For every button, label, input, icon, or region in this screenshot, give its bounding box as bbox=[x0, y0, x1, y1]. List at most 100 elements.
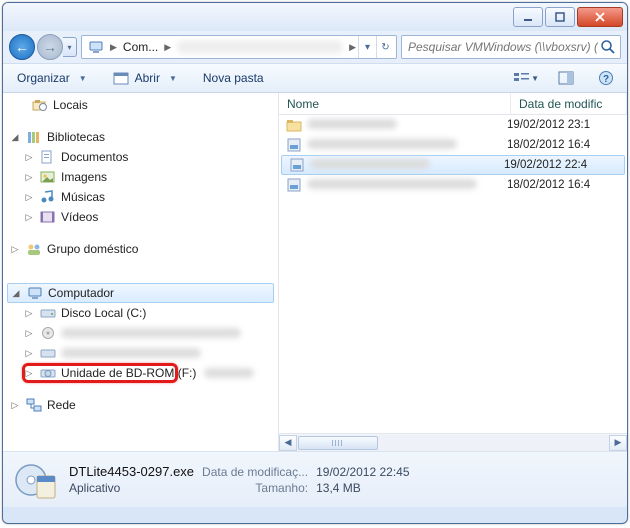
nav-label: Unidade de BD-ROM (F:) bbox=[61, 366, 196, 380]
view-options-button[interactable]: ▼ bbox=[513, 67, 539, 89]
explorer-window: ← → ▾ ▶ Com... ▶ ▶ ▾ ↻ Organizar▼ A bbox=[2, 2, 628, 524]
back-button[interactable]: ← bbox=[9, 34, 35, 60]
nav-label: Documentos bbox=[61, 150, 128, 164]
file-list[interactable]: 19/02/2012 23:1 18/02/2012 16:4 19/02/20… bbox=[279, 115, 627, 433]
expand-icon[interactable]: ▷ bbox=[23, 328, 35, 339]
drive-icon bbox=[39, 325, 57, 341]
expand-icon[interactable]: ▷ bbox=[23, 152, 35, 163]
application-icon bbox=[13, 458, 57, 502]
search-icon[interactable] bbox=[600, 39, 616, 55]
file-date: 19/02/2012 22:4 bbox=[504, 159, 624, 171]
expand-icon[interactable]: ▷ bbox=[23, 172, 35, 183]
nav-bdrom[interactable]: ▷ Unidade de BD-ROM (F:) bbox=[3, 363, 278, 383]
breadcrumb-computer[interactable]: Com... bbox=[119, 36, 162, 58]
nav-locais[interactable]: Locais bbox=[3, 95, 278, 115]
nav-row: ← → ▾ ▶ Com... ▶ ▶ ▾ ↻ bbox=[3, 31, 627, 63]
preview-pane-button[interactable] bbox=[553, 67, 579, 89]
installer-icon bbox=[286, 157, 308, 173]
expand-icon[interactable]: ▷ bbox=[23, 212, 35, 223]
expand-icon[interactable]: ▷ bbox=[23, 192, 35, 203]
file-date: 19/02/2012 23:1 bbox=[507, 119, 627, 131]
col-date[interactable]: Data de modific bbox=[511, 93, 627, 114]
navigation-pane[interactable]: Locais ◢ Bibliotecas ▷ Documentos ▷ Imag… bbox=[3, 93, 279, 451]
application-icon bbox=[113, 70, 129, 86]
nav-videos[interactable]: ▷ Vídeos bbox=[3, 207, 278, 227]
help-button[interactable]: ? bbox=[593, 67, 619, 89]
nav-label: Grupo doméstico bbox=[47, 242, 138, 256]
expand-icon[interactable]: ▷ bbox=[9, 400, 21, 411]
address-history-dropdown[interactable]: ▾ bbox=[358, 36, 376, 58]
bdrom-icon bbox=[39, 365, 57, 381]
nav-grupo-domestico[interactable]: ▷ Grupo doméstico bbox=[3, 239, 278, 259]
list-item[interactable]: 19/02/2012 23:1 bbox=[279, 115, 627, 135]
refresh-button[interactable]: ↻ bbox=[376, 36, 394, 58]
details-date-key: Data de modificaç... bbox=[202, 465, 308, 479]
music-icon bbox=[39, 189, 57, 205]
nav-label: Bibliotecas bbox=[47, 130, 105, 144]
minimize-button[interactable] bbox=[513, 7, 543, 27]
scroll-track[interactable] bbox=[297, 435, 609, 451]
content-pane: Nome Data de modific 19/02/2012 23:1 18/… bbox=[279, 93, 627, 451]
nav-rede[interactable]: ▷ Rede bbox=[3, 395, 278, 415]
nav-drive-blur-2[interactable]: ▷ bbox=[3, 343, 278, 363]
nav-documentos[interactable]: ▷ Documentos bbox=[3, 147, 278, 167]
chevron-right-icon: ▶ bbox=[108, 42, 119, 53]
videos-icon bbox=[39, 209, 57, 225]
horizontal-scrollbar[interactable]: ◀ ▶ bbox=[279, 433, 627, 451]
file-date: 18/02/2012 16:4 bbox=[507, 179, 627, 191]
open-button[interactable]: Abrir▼ bbox=[107, 68, 183, 88]
nav-label: Disco Local (C:) bbox=[61, 306, 146, 320]
toolbar: Organizar▼ Abrir▼ Nova pasta ▼ ? bbox=[3, 63, 627, 93]
computer-icon bbox=[26, 285, 44, 301]
nav-label-extra bbox=[204, 368, 254, 378]
nav-bibliotecas[interactable]: ◢ Bibliotecas bbox=[3, 127, 278, 147]
file-date: 18/02/2012 16:4 bbox=[507, 139, 627, 151]
nav-disco-c[interactable]: ▷ Disco Local (C:) bbox=[3, 303, 278, 323]
recent-icon bbox=[31, 97, 49, 113]
chevron-right-icon: ▶ bbox=[347, 42, 358, 53]
list-item[interactable]: 18/02/2012 16:4 bbox=[279, 175, 627, 195]
details-date-value: 19/02/2012 22:45 bbox=[316, 465, 409, 479]
arrow-left-icon: ← bbox=[15, 39, 29, 55]
col-name[interactable]: Nome bbox=[279, 93, 511, 114]
nav-drive-blur-1[interactable]: ▷ bbox=[3, 323, 278, 343]
breadcrumb-location[interactable] bbox=[177, 40, 343, 54]
maximize-button[interactable] bbox=[545, 7, 575, 27]
nav-history-dropdown[interactable]: ▾ bbox=[63, 37, 77, 57]
forward-button[interactable]: → bbox=[37, 34, 63, 60]
close-button[interactable] bbox=[577, 7, 623, 27]
expand-icon[interactable]: ▷ bbox=[23, 348, 35, 359]
column-headers[interactable]: Nome Data de modific bbox=[279, 93, 627, 115]
organize-menu[interactable]: Organizar▼ bbox=[11, 69, 93, 87]
address-bar[interactable]: ▶ Com... ▶ ▶ ▾ ↻ bbox=[81, 35, 397, 59]
nav-label bbox=[61, 348, 201, 358]
svg-text:?: ? bbox=[603, 74, 609, 85]
nav-label bbox=[61, 328, 241, 338]
libraries-icon bbox=[25, 129, 43, 145]
drive-icon bbox=[39, 305, 57, 321]
collapse-icon[interactable]: ◢ bbox=[10, 288, 22, 299]
scroll-right-button[interactable]: ▶ bbox=[609, 435, 627, 451]
installer-icon bbox=[283, 177, 305, 193]
collapse-icon[interactable]: ◢ bbox=[9, 132, 21, 143]
list-item[interactable]: 19/02/2012 22:4 bbox=[281, 155, 625, 175]
expand-icon[interactable]: ▷ bbox=[23, 308, 35, 319]
new-folder-button[interactable]: Nova pasta bbox=[197, 69, 270, 87]
search-input[interactable] bbox=[406, 39, 600, 55]
pictures-icon bbox=[39, 169, 57, 185]
search-box[interactable] bbox=[401, 35, 621, 59]
list-item[interactable]: 18/02/2012 16:4 bbox=[279, 135, 627, 155]
expand-icon[interactable]: ▷ bbox=[23, 368, 35, 379]
nav-label: Músicas bbox=[61, 190, 105, 204]
nav-musicas[interactable]: ▷ Músicas bbox=[3, 187, 278, 207]
scroll-thumb[interactable] bbox=[298, 436, 378, 450]
expand-icon[interactable]: ▷ bbox=[9, 244, 21, 255]
drive-icon bbox=[39, 345, 57, 361]
scroll-left-button[interactable]: ◀ bbox=[279, 435, 297, 451]
body: Locais ◢ Bibliotecas ▷ Documentos ▷ Imag… bbox=[3, 93, 627, 451]
network-icon bbox=[25, 397, 43, 413]
titlebar[interactable] bbox=[3, 3, 627, 31]
arrow-right-icon: → bbox=[43, 39, 57, 55]
nav-computador[interactable]: ◢ Computador bbox=[7, 283, 274, 303]
nav-imagens[interactable]: ▷ Imagens bbox=[3, 167, 278, 187]
